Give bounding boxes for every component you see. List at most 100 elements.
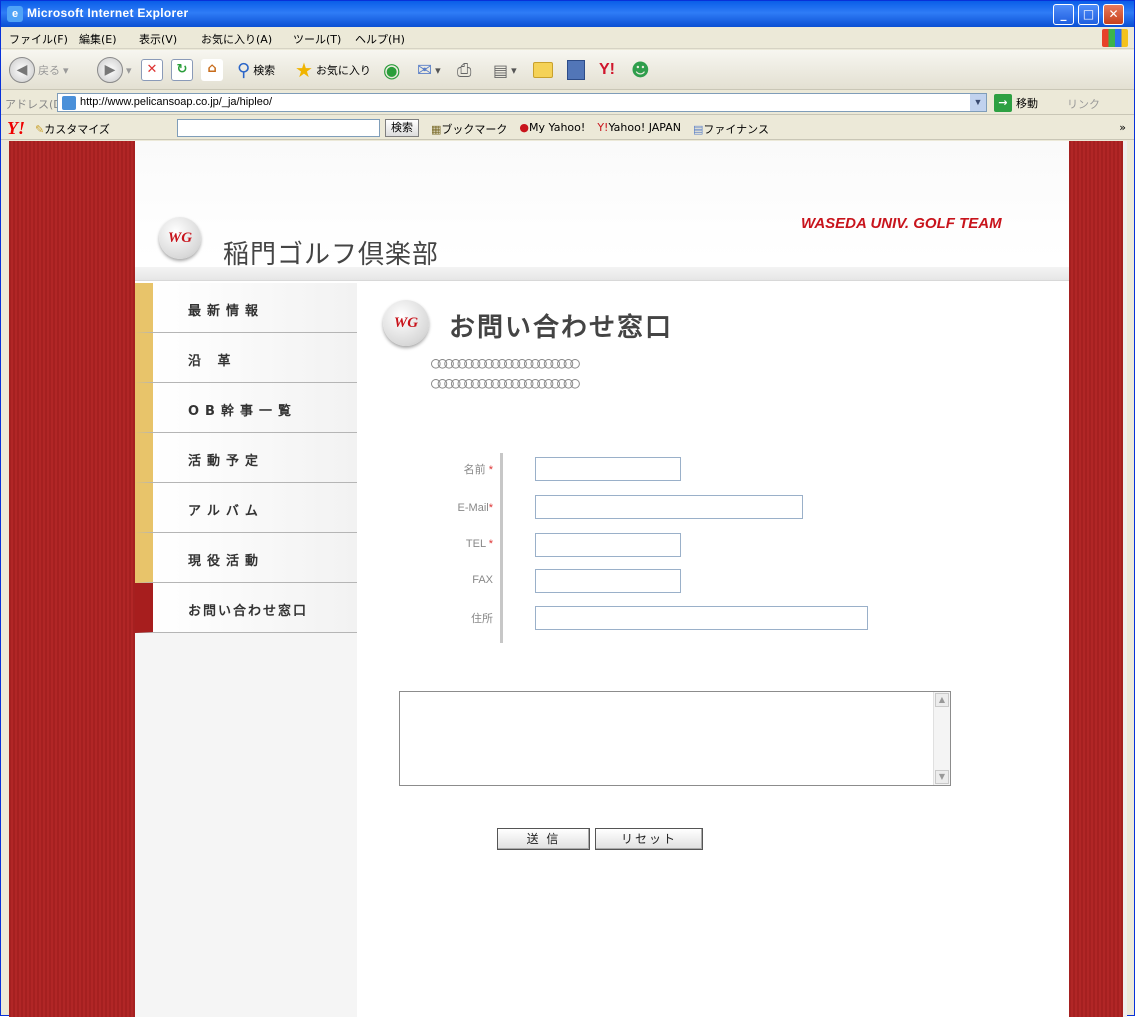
tel-field[interactable]: [535, 533, 681, 557]
messenger-button[interactable]: ☻: [631, 56, 650, 84]
submit-button[interactable]: 送 信: [497, 828, 590, 850]
address-field[interactable]: [535, 606, 868, 630]
menu-favorites[interactable]: お気に入り(A): [201, 31, 272, 47]
yahoo-japan-label: Yahoo! JAPAN: [608, 121, 681, 134]
stop-icon: ✕: [141, 59, 163, 81]
search-icon: ⚲: [237, 59, 251, 81]
yahoo-search-button[interactable]: 検索: [385, 119, 419, 137]
messenger-icon: ☻: [631, 59, 650, 81]
star-icon: ★: [295, 58, 313, 82]
email-label: E-Mail*: [427, 502, 493, 514]
finance-label: ファイナンス: [703, 123, 769, 136]
refresh-button[interactable]: ↻: [171, 56, 193, 84]
favorites-button[interactable]: ★ お気に入り: [295, 56, 371, 84]
finance-link[interactable]: ▤ファイナンス: [693, 121, 769, 137]
bookmark-link[interactable]: ▦ブックマーク: [431, 121, 507, 137]
my-yahoo-label: My Yahoo!: [529, 121, 586, 134]
forward-arrow-icon: ▶: [97, 57, 123, 83]
chevron-down-icon[interactable]: ▼: [970, 94, 986, 111]
site-header: WG 稲門ゴルフ倶楽部 WASEDA UNIV. GOLF TEAM: [135, 141, 1069, 270]
go-button[interactable]: → 移動: [994, 94, 1038, 112]
tel-label: TEL *: [427, 538, 493, 550]
favorites-label: お気に入り: [315, 64, 371, 77]
nav-item-history[interactable]: 沿 革: [135, 333, 357, 383]
site-logo[interactable]: WG: [159, 217, 201, 259]
back-button[interactable]: ◀ 戻る ▾: [9, 56, 69, 84]
nav-item-album[interactable]: アルバム: [135, 483, 357, 533]
left-decorative-stripe: [9, 141, 135, 1017]
nav-item-schedule[interactable]: 活動予定: [135, 433, 357, 483]
maximize-button[interactable]: □: [1078, 4, 1099, 25]
required-mark: *: [488, 538, 493, 550]
close-button[interactable]: ✕: [1103, 4, 1124, 25]
minimize-button[interactable]: _: [1053, 4, 1074, 25]
history-icon: ◉: [383, 58, 401, 82]
mail-button[interactable]: ✉ ▾: [417, 56, 441, 84]
ie-icon: e: [7, 6, 23, 22]
chevron-down-icon: ▾: [126, 63, 132, 77]
yahoo-japan-link[interactable]: Y!Yahoo! JAPAN: [597, 121, 681, 137]
menu-tools[interactable]: ツール(T): [293, 31, 341, 47]
bookmark-icon: ▦: [431, 123, 442, 136]
scroll-up-icon[interactable]: ▲: [935, 693, 949, 707]
my-yahoo-icon: ●: [519, 121, 530, 134]
menu-edit[interactable]: 編集(E): [79, 31, 117, 47]
address-url: http://www.pelicansoap.co.jp/_ja/hipleo/: [80, 96, 273, 108]
my-yahoo-link[interactable]: ●My Yahoo!: [519, 121, 585, 137]
textarea-scrollbar[interactable]: ▲ ▼: [933, 692, 950, 785]
links-label[interactable]: リンク: [1067, 96, 1100, 112]
side-navigation: 最新情報 沿 革 OB幹事一覧 活動予定 アルバム 現役活動 お問い合わせ窓口: [135, 283, 357, 1017]
nav-item-contact[interactable]: お問い合わせ窓口: [135, 583, 357, 633]
forward-button[interactable]: ▶ ▾: [97, 56, 132, 84]
yahoo-icon: Y!: [599, 61, 615, 78]
edit-icon: ▤: [493, 60, 509, 80]
edit-button[interactable]: ▤ ▾: [493, 56, 517, 84]
window-title: Microsoft Internet Explorer: [27, 6, 189, 20]
page-scrollbar[interactable]: [1123, 141, 1127, 1017]
fax-field[interactable]: [535, 569, 681, 593]
home-icon: ⌂: [201, 59, 223, 81]
name-field[interactable]: [535, 457, 681, 481]
scroll-down-icon[interactable]: ▼: [935, 770, 949, 784]
yahoo-search-input[interactable]: [177, 119, 380, 137]
print-button[interactable]: ⎙: [457, 56, 471, 84]
history-button[interactable]: ◉: [383, 56, 400, 84]
folder-icon: [533, 62, 553, 78]
yahoo-logo[interactable]: Y!: [7, 118, 25, 139]
site-title: 稲門ゴルフ倶楽部: [223, 240, 440, 270]
research-button[interactable]: [567, 56, 585, 84]
required-mark: *: [488, 464, 493, 476]
mail-icon: ✉: [417, 59, 433, 81]
search-button[interactable]: ⚲ 検索: [237, 56, 275, 84]
reset-button[interactable]: リセット: [595, 828, 703, 850]
menu-view[interactable]: 表示(V): [139, 31, 177, 47]
nav-item-news[interactable]: 最新情報: [135, 283, 357, 333]
main-content: WG お問い合わせ窓口 ○○○○○○○○○○○○○○○○○○○○○○ ○○○○○…: [357, 283, 1069, 1017]
refresh-icon: ↻: [171, 59, 193, 81]
menu-bar: ファイル(F) 編集(E) 表示(V) お気に入り(A) ツール(T) ヘルプ(…: [1, 27, 1134, 49]
page-title-logo: WG: [383, 300, 429, 346]
home-button[interactable]: ⌂: [201, 56, 223, 84]
nav-item-ob-officers[interactable]: OB幹事一覧: [135, 383, 357, 433]
folder-button[interactable]: [533, 56, 553, 84]
page-icon: [62, 96, 76, 110]
yahoo-toolbar-button[interactable]: Y!: [599, 56, 615, 84]
menu-help[interactable]: ヘルプ(H): [355, 31, 405, 47]
header-divider: [135, 267, 1069, 281]
stop-button[interactable]: ✕: [141, 56, 163, 84]
form-divider: [500, 453, 503, 643]
customize-button[interactable]: ✎カスタマイズ: [35, 121, 110, 137]
nav-item-current-activities[interactable]: 現役活動: [135, 533, 357, 583]
email-field[interactable]: [535, 495, 803, 519]
message-textarea[interactable]: ▲ ▼: [399, 691, 951, 786]
address-input[interactable]: http://www.pelicansoap.co.jp/_ja/hipleo/…: [57, 93, 987, 112]
print-icon: ⎙: [457, 59, 472, 81]
back-label: 戻る: [38, 64, 60, 77]
chevron-down-icon: ▾: [435, 63, 441, 77]
address-field-label: 住所: [471, 613, 493, 625]
menu-file[interactable]: ファイル(F): [9, 31, 68, 47]
more-chevron-icon[interactable]: »: [1119, 121, 1126, 134]
placeholder-text-line-1: ○○○○○○○○○○○○○○○○○○○○○○: [431, 353, 580, 372]
fax-label: FAX: [472, 574, 493, 586]
site-tagline: WASEDA UNIV. GOLF TEAM: [801, 215, 1002, 232]
